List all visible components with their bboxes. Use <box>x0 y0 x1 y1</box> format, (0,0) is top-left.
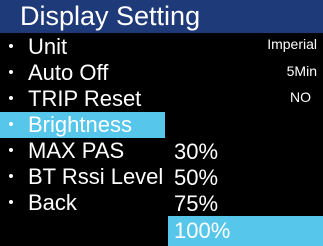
menu-item-label: MAX PAS <box>28 138 125 163</box>
menu-item-label: Unit <box>28 34 68 59</box>
menu-item-label: Back <box>28 190 77 215</box>
page-title: Display Setting <box>20 1 201 31</box>
menu-item-brightness[interactable]: • Brightness <box>0 112 323 138</box>
brightness-option-100[interactable]: 100% <box>168 216 323 246</box>
title-bar: Display Setting <box>0 0 323 33</box>
bullet-icon: • <box>8 64 14 81</box>
bullet-icon: • <box>8 168 14 185</box>
menu-item-value: NO <box>290 89 311 105</box>
menu-item-unit[interactable]: • Unit Imperial <box>0 34 323 60</box>
bullet-icon: • <box>8 142 14 159</box>
brightness-option-30[interactable]: 30% <box>168 138 323 165</box>
menu-item-value: 5Min <box>286 63 317 79</box>
menu-item-label: BT Rssi Level <box>28 164 164 189</box>
menu-item-trip-reset[interactable]: • TRIP Reset NO <box>0 86 323 112</box>
menu-item-label: TRIP Reset <box>28 86 142 111</box>
menu-item-auto-off[interactable]: • Auto Off 5Min <box>0 60 323 86</box>
bullet-icon: • <box>8 90 14 107</box>
menu-item-label: Auto Off <box>28 60 109 85</box>
brightness-option-75[interactable]: 75% <box>168 190 323 217</box>
brightness-option-50[interactable]: 50% <box>168 164 323 191</box>
bullet-icon: • <box>8 194 14 211</box>
bullet-icon: • <box>8 116 14 133</box>
menu-item-value: Imperial <box>267 36 317 52</box>
display-setting-screen: Display Setting • Unit Imperial • Auto O… <box>0 0 323 246</box>
bullet-icon: • <box>8 38 14 55</box>
menu-item-label: Brightness <box>28 112 132 137</box>
